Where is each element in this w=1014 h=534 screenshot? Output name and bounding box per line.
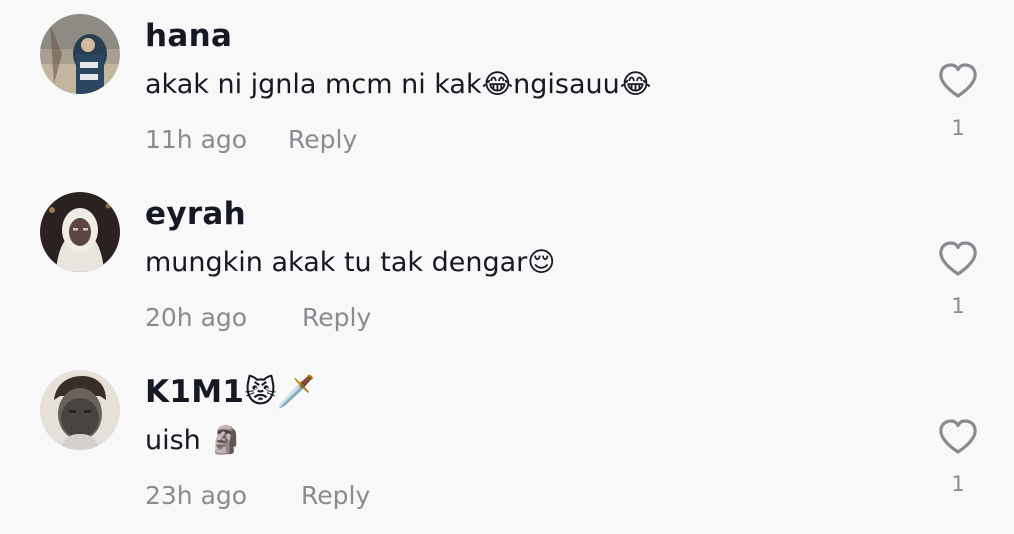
comment-item: hana akak ni jgnla mcm ni kak😂ngisauu😂 1…: [0, 0, 1014, 178]
comment-item: K1M1😾🗡️ uish 🗿 23h ago Reply 1: [0, 356, 1014, 534]
comment-item: eyrah mungkin akak tu tak dengar😌 20h ag…: [0, 178, 1014, 356]
username[interactable]: hana: [145, 16, 232, 56]
heart-outline-icon[interactable]: [938, 240, 978, 278]
like-count: 1: [951, 472, 965, 496]
timestamp: 23h ago: [145, 481, 248, 510]
comment-text: akak ni jgnla mcm ni kak😂ngisauu😂: [145, 69, 652, 100]
comment-text: uish 🗿: [145, 425, 243, 456]
username[interactable]: K1M1😾🗡️: [145, 372, 316, 412]
username[interactable]: eyrah: [145, 194, 246, 234]
avatar[interactable]: [40, 192, 120, 272]
profile-photo: [40, 14, 120, 94]
avatar[interactable]: [40, 14, 120, 94]
heart-outline-icon[interactable]: [938, 62, 978, 100]
reply-button[interactable]: Reply: [288, 122, 357, 158]
timestamp: 11h ago: [145, 125, 248, 154]
timestamp: 20h ago: [145, 303, 248, 332]
like-count: 1: [951, 294, 965, 318]
profile-photo: [40, 370, 120, 450]
avatar[interactable]: [40, 370, 120, 450]
comment-text: mungkin akak tu tak dengar😌: [145, 247, 556, 278]
reply-button[interactable]: Reply: [302, 300, 371, 336]
profile-photo: [40, 192, 120, 272]
reply-button[interactable]: Reply: [301, 478, 370, 514]
like-count: 1: [951, 116, 965, 140]
heart-outline-icon[interactable]: [938, 418, 978, 456]
